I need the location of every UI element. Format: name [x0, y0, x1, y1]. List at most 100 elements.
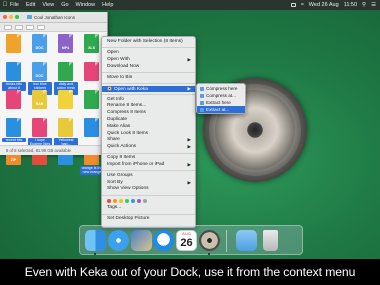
menu-item-label: Open With [107, 56, 130, 62]
dock: AUG 26 [79, 225, 303, 255]
search-icon[interactable]: ⚲ [362, 2, 366, 8]
downloads-icon[interactable] [236, 230, 257, 251]
menu-window[interactable]: Window [76, 2, 96, 8]
calendar-day: 26 [180, 237, 193, 249]
menubar-time[interactable]: 11:50 [344, 2, 357, 8]
archive-icon [200, 93, 204, 98]
tag-color-dot[interactable] [113, 199, 117, 204]
tag-color-dot[interactable] [125, 199, 129, 204]
menu-file[interactable]: File [10, 2, 19, 8]
menubar-date[interactable]: Wed 26 Aug [309, 2, 339, 8]
wifi-icon[interactable]: ≈ [301, 2, 304, 8]
context-menu-item[interactable]: Duplicate [102, 117, 195, 124]
context-menu-item[interactable]: Compress 8 Items [102, 110, 195, 117]
context-menu-item[interactable]: Open with Keka ▶ [102, 85, 195, 93]
document-icon [32, 118, 47, 137]
document-icon: RAR [32, 90, 47, 109]
context-menu-item[interactable]: Copy 8 Items [102, 155, 195, 162]
document-icon [84, 118, 99, 137]
context-menu-item[interactable]: Use Groups [102, 173, 195, 180]
context-menu-item[interactable]: Import from iPhone or iPad ▶ [102, 162, 195, 169]
tag-color-dot[interactable] [119, 199, 123, 204]
context-menu-item[interactable]: Open [102, 50, 195, 57]
file-grid: DOC MP4 XLS thinks bits about it DOC box blue… [0, 32, 107, 175]
chevron-right-icon: ▶ [187, 85, 191, 91]
context-menu-item[interactable]: Move to Bin [102, 75, 195, 82]
menu-item-label: Sort By [107, 179, 123, 185]
control-center-icon[interactable]: ☰ [371, 2, 376, 8]
file-type-label: DOC [35, 74, 44, 78]
menu-separator [102, 213, 195, 215]
preview-icon[interactable] [131, 230, 152, 251]
context-menu-item[interactable]: Make Alias [102, 124, 195, 131]
minimize-button[interactable] [9, 15, 13, 19]
document-icon [84, 90, 99, 109]
document-icon [6, 118, 21, 137]
running-indicator [94, 253, 96, 255]
context-menu-item[interactable]: Tags... [102, 205, 195, 212]
submenu-item-label: Compress here [206, 86, 238, 91]
menu-item-label: New Folder with Selection (8 Items) [107, 39, 183, 44]
document-icon: MP4 [58, 34, 73, 53]
battery-icon[interactable] [290, 3, 296, 7]
submenu-item-label: Extract here [206, 100, 231, 105]
menu-item-label: Use Groups [107, 172, 133, 178]
archive-icon [200, 86, 204, 91]
tag-color-dot[interactable] [137, 199, 141, 204]
menu-bar:  File Edit View Go Window Help ≈ Wed 26… [0, 0, 380, 10]
chevron-right-icon: ▶ [187, 161, 191, 167]
keka-icon [107, 85, 112, 91]
context-menu-item[interactable]: Set Desktop Picture [102, 216, 195, 223]
menu-item-label: Tags... [107, 205, 122, 211]
group-button[interactable] [26, 24, 34, 30]
submenu-item[interactable]: Compress at... [197, 92, 245, 99]
window-title: Cool Jonathan Icons [34, 14, 76, 20]
status-bar: 8 of 8 selected, 81.99 GB available [0, 145, 108, 155]
submenu-item[interactable]: Extract here [197, 99, 245, 106]
menu-view[interactable]: View [42, 2, 54, 8]
submenu-item[interactable]: Extract at... [197, 106, 245, 113]
context-menu-item[interactable]: Download Now [102, 64, 195, 71]
share-button[interactable] [37, 24, 45, 30]
chevron-right-icon: ▶ [187, 144, 191, 150]
finder-icon[interactable] [85, 230, 106, 251]
messages-icon[interactable] [153, 230, 174, 251]
safari-icon[interactable] [108, 230, 129, 251]
trash-icon[interactable] [263, 230, 278, 251]
archive-icon [200, 100, 204, 105]
tag-color-dot[interactable] [131, 199, 135, 204]
context-menu-item[interactable]: New Folder with Selection (8 Items) [102, 39, 195, 46]
menu-item-label: Quick Actions [107, 144, 137, 150]
apple-icon[interactable]:  [0, 2, 10, 8]
document-icon [58, 118, 73, 137]
menu-separator [102, 170, 195, 172]
finder-titlebar[interactable]: Cool Jonathan Icons [0, 12, 107, 23]
zoom-button[interactable] [15, 15, 19, 19]
menu-item-label: Compress 8 Items [107, 110, 146, 116]
finder-window: Cool Jonathan Icons DOC MP4 XLS thinks bits… [0, 12, 108, 175]
context-menu-item[interactable]: Open With ▶ [102, 57, 195, 64]
menu-edit[interactable]: Edit [26, 2, 35, 8]
menu-separator [102, 82, 195, 84]
file-type-label: RAR [35, 102, 44, 106]
menu-separator [102, 71, 195, 73]
menu-go[interactable]: Go [61, 2, 68, 8]
calendar-icon[interactable]: AUG 26 [176, 230, 197, 251]
menu-help[interactable]: Help [102, 2, 113, 8]
view-button[interactable] [15, 24, 23, 30]
submenu-item[interactable]: Compress here [197, 85, 245, 92]
context-menu-item[interactable]: Quick Actions ▶ [102, 144, 195, 151]
file-name: recent bits [2, 138, 26, 143]
tag-color-dot[interactable] [143, 199, 147, 204]
submenu-item-label: Compress at... [206, 93, 236, 98]
context-menu-item[interactable]: Show View Options [102, 186, 195, 193]
menu-item-label: Make Alias [107, 123, 131, 129]
tag-color-dot[interactable] [107, 199, 111, 204]
menu-item-label: Set Desktop Picture [107, 216, 150, 222]
back-button[interactable] [4, 24, 12, 30]
file-type-label: XLS [88, 46, 95, 50]
file-type-label: ZIP [10, 158, 17, 162]
menu-item-label: Import from iPhone or iPad [107, 161, 165, 167]
close-button[interactable] [3, 15, 7, 19]
keka-icon[interactable] [199, 230, 220, 251]
